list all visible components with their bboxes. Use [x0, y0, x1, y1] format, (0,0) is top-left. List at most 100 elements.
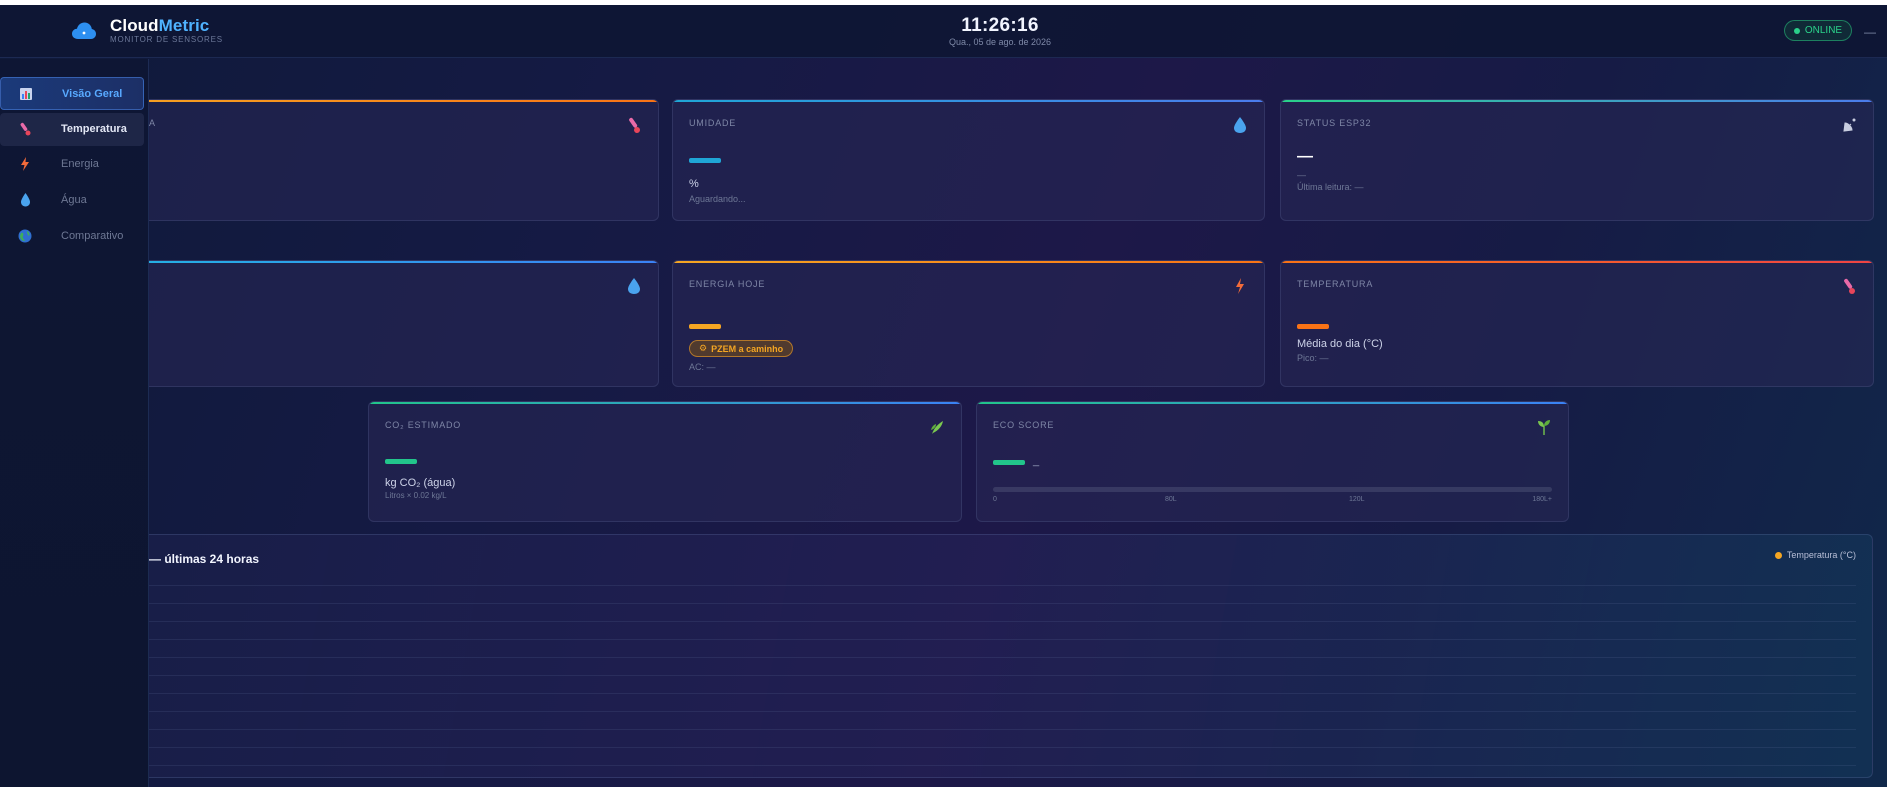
sidebar: Visão Geral Temperatura Energia Água Com… [0, 59, 149, 787]
card-accent-line [1281, 261, 1873, 263]
card-label: ECO SCORE [993, 420, 1055, 430]
legend-label: Temperatura (°C) [1786, 550, 1856, 560]
pill-label: PZEM a caminho [711, 343, 784, 354]
esp32-last-reading: Última leitura: — [1297, 182, 1364, 192]
chart-gridline [149, 747, 1856, 748]
brand-name: CloudMetric [110, 16, 209, 36]
chart-gridline [149, 657, 1856, 658]
temperature-value-bar [1297, 324, 1329, 329]
card-label: CO₂ ESTIMADO [385, 420, 462, 430]
card-accent-line [673, 261, 1264, 263]
sidebar-item-visao-geral[interactable]: Visão Geral [0, 77, 144, 110]
chart-gridline [149, 765, 1856, 766]
bar-chart-icon [19, 87, 33, 101]
lightning-icon [1232, 277, 1248, 295]
date: Qua., 05 de ago. de 2026 [948, 37, 1052, 47]
chart-gridline [149, 621, 1856, 622]
sidebar-item-label: Energia [61, 158, 99, 170]
temperature-unit: Média do dia (°C) [1297, 338, 1383, 350]
card-accent-line [1281, 100, 1873, 102]
esp32-value: — [1297, 148, 1313, 165]
globe-icon [18, 229, 32, 243]
brand-part-cloud: Cloud [110, 16, 159, 35]
humidity-unit: % [689, 178, 699, 190]
card-accent-line [369, 402, 961, 404]
temperature-card: A [60, 99, 659, 221]
chart-gridline [149, 603, 1856, 604]
sidebar-item-temperatura[interactable]: Temperatura [0, 113, 144, 146]
temperature-chart-panel: — últimas 24 horas Temperatura (°C) [60, 534, 1873, 778]
satellite-icon [1841, 116, 1857, 134]
chart-title: — últimas 24 horas [149, 552, 260, 566]
water-drop-icon [626, 277, 642, 295]
card-label: UMIDADE [689, 118, 737, 128]
app-root: CloudMetric MONITOR DE SENSORES 11:26:16… [0, 5, 1887, 787]
card-accent-line [977, 402, 1568, 404]
esp32-status-card: STATUS ESP32 — — Última leitura: — [1280, 99, 1874, 221]
sidebar-item-label: Comparativo [61, 230, 124, 242]
humidity-card: UMIDADE % Aguardando... [672, 99, 1265, 221]
card-label: STATUS ESP32 [1297, 118, 1372, 128]
chart-gridline [149, 675, 1856, 676]
card-label: TEMPERATURA [1297, 279, 1374, 289]
gear-icon: ⚙ [699, 343, 708, 353]
chart-gridline [149, 729, 1856, 730]
thermometer-icon [626, 116, 642, 134]
seedling-icon [1536, 418, 1552, 436]
lightning-icon [18, 157, 32, 171]
card-accent-line [61, 261, 658, 263]
humidity-value-bar [689, 158, 721, 163]
status-label: ONLINE [1804, 25, 1843, 36]
card-label: ENERGIA HOJE [689, 279, 766, 289]
scale-label: 180L+ [1532, 496, 1552, 503]
scale-label: 80L [1165, 496, 1177, 503]
brand-subtitle: MONITOR DE SENSORES [110, 35, 223, 44]
co2-formula: Litros × 0.02 kg/L [385, 491, 447, 500]
thermometer-icon [18, 122, 32, 136]
header-menu-dash[interactable]: — [1864, 25, 1876, 39]
water-drop-icon [18, 193, 32, 207]
water-card [60, 260, 659, 387]
status-badge: ONLINE [1784, 20, 1852, 41]
chart-gridline [149, 585, 1856, 586]
co2-value-bar [385, 459, 417, 464]
cloud-logo-icon [72, 22, 96, 39]
chart-gridline [149, 693, 1856, 694]
esp32-sub: — [1297, 170, 1306, 180]
chart-gridline [149, 639, 1856, 640]
card-label: A [149, 118, 156, 128]
eco-score-value: _ [1033, 455, 1040, 467]
brand-part-metric: Metric [158, 16, 210, 35]
card-accent-line [61, 100, 658, 102]
top-header: CloudMetric MONITOR DE SENSORES 11:26:16… [0, 5, 1887, 58]
pzem-status-pill: ⚙ PZEM a caminho [689, 340, 794, 357]
eco-score-track [993, 487, 1552, 492]
clock: 11:26:16 [961, 15, 1039, 36]
energy-ac: AC: — [689, 362, 716, 372]
chart-gridline [149, 711, 1856, 712]
card-accent-line [673, 100, 1264, 102]
herb-icon [929, 418, 945, 436]
eco-score-value-bar [993, 460, 1025, 465]
temperature-avg-card: TEMPERATURA Média do dia (°C) Pico: — [1280, 260, 1874, 387]
sidebar-item-label: Temperatura [61, 123, 127, 135]
sidebar-item-label: Visão Geral [62, 88, 123, 100]
sidebar-item-comparativo[interactable]: Comparativo [0, 220, 144, 253]
chart-plot-area [149, 585, 1856, 766]
sidebar-item-energia[interactable]: Energia [0, 148, 144, 181]
co2-unit: kg CO₂ (água) [385, 477, 456, 489]
energy-today-card: ENERGIA HOJE ⚙ PZEM a caminho AC: — [672, 260, 1265, 387]
eco-score-card: ECO SCORE _ 0 80L 120L 180L+ [976, 401, 1569, 522]
water-drop-icon [1232, 116, 1248, 134]
sidebar-item-agua[interactable]: Água [0, 184, 144, 217]
temperature-peak: Pico: — [1297, 353, 1329, 363]
energy-value-bar [689, 324, 721, 329]
thermometer-icon [1841, 277, 1857, 295]
scale-label: 0 [993, 496, 997, 503]
scale-label: 120L [1349, 496, 1365, 503]
chart-legend[interactable]: Temperatura (°C) [1774, 550, 1856, 560]
sidebar-item-label: Água [61, 194, 87, 206]
legend-dot-icon [1774, 551, 1782, 559]
co2-card: CO₂ ESTIMADO kg CO₂ (água) Litros × 0.02… [368, 401, 962, 522]
status-dot-icon [1793, 27, 1800, 34]
